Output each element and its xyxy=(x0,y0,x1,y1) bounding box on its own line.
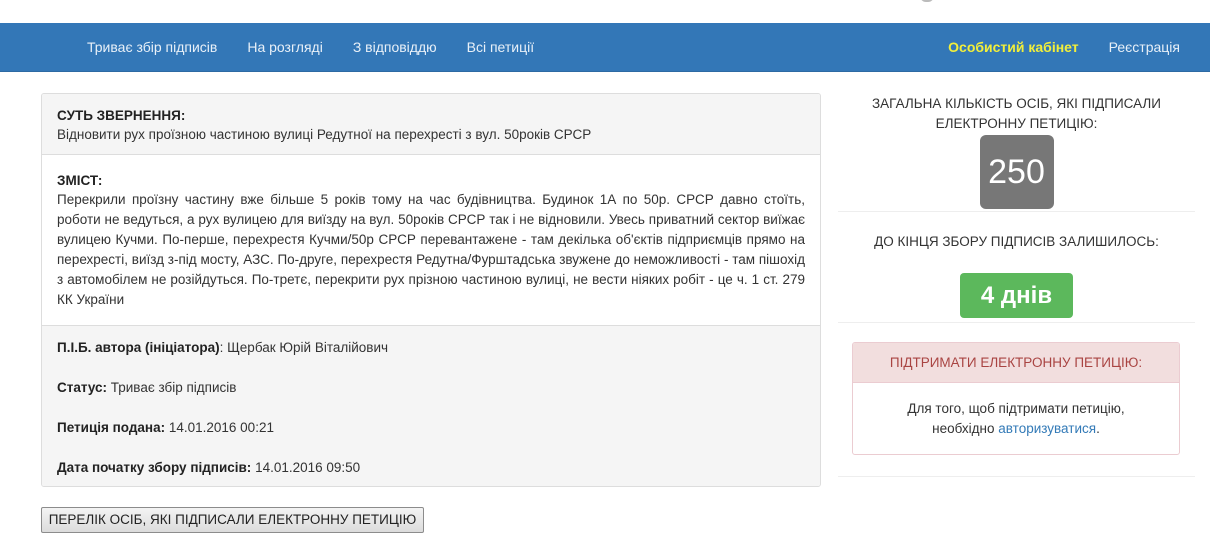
subject-label: СУТЬ ЗВЕРНЕННЯ: xyxy=(57,108,186,123)
status-row: Статус: Триває збір підписів xyxy=(57,378,805,398)
total-title-1: ЗАГАЛЬНА КІЛЬКІСТЬ ОСІБ, ЯКІ ПІДПИСАЛИ xyxy=(872,96,1161,111)
support-panel: ПІДТРИМАТИ ЕЛЕКТРОННУ ПЕТИЦІЮ: Для того,… xyxy=(852,342,1180,455)
total-block: ЗАГАЛЬНА КІЛЬКІСТЬ ОСІБ, ЯКІ ПІДПИСАЛИ Е… xyxy=(838,93,1195,212)
status-value: Триває збір підписів xyxy=(110,380,237,395)
submitted-label: Петиція подана: xyxy=(57,420,166,435)
author-row: П.І.Б. автора (ініціатора): Щербак Юрій … xyxy=(57,340,389,355)
author-label: П.І.Б. автора (ініціатора) xyxy=(57,340,220,355)
start-label: Дата початку збору підписів: xyxy=(57,460,252,475)
top-strip xyxy=(0,0,1210,23)
meta-section: П.І.Б. автора (ініціатора): Щербак Юрій … xyxy=(42,326,820,486)
content-section: ЗМІСТ: Перекрили проїзну частину вже біл… xyxy=(42,155,820,326)
nav-answered[interactable]: З відповіддю xyxy=(338,23,452,72)
nav-right: Особистий кабінет Реєстрація xyxy=(933,23,1195,72)
nav-cabinet[interactable]: Особистий кабінет xyxy=(933,23,1093,72)
signature-count-badge: 250 xyxy=(979,135,1054,209)
nav-register[interactable]: Реєстрація xyxy=(1094,23,1195,72)
content-text: Перекрили проїзну частину вже більше 5 р… xyxy=(57,192,805,307)
support-line-2: необхідно авторизуватися. xyxy=(853,419,1179,439)
author-value: Щербак Юрій Віталійович xyxy=(227,340,389,355)
support-body: Для того, щоб підтримати петицію, необхі… xyxy=(853,383,1179,439)
nav-collecting[interactable]: Триває збір підписів xyxy=(72,23,232,72)
days-wrap: 4 днів xyxy=(838,273,1195,318)
signers-list-button[interactable]: ПЕРЕЛІК ОСІБ, ЯКІ ПІДПИСАЛИ ЕЛЕКТРОННУ П… xyxy=(41,507,424,533)
remaining-block: ДО КІНЦЯ ЗБОРУ ПІДПИСІВ ЗАЛИШИЛОСЬ: 4 дн… xyxy=(838,212,1195,323)
start-value: 14.01.2016 09:50 xyxy=(255,460,361,475)
logo-fragment xyxy=(920,0,934,2)
subject-text: Відновити рух проїзною частиною вулиці Р… xyxy=(57,127,592,142)
support-dot: . xyxy=(1096,421,1100,436)
status-label: Статус: xyxy=(57,380,107,395)
nav-all-petitions[interactable]: Всі петиції xyxy=(452,23,550,72)
support-text-2: необхідно xyxy=(932,421,995,436)
petition-panel: СУТЬ ЗВЕРНЕННЯ: Відновити рух проїзною ч… xyxy=(41,93,821,487)
support-text-1: Для того, щоб підтримати петицію, xyxy=(907,401,1125,416)
nav-left: Триває збір підписів На розгляді З відпо… xyxy=(72,23,549,72)
sidebar: ЗАГАЛЬНА КІЛЬКІСТЬ ОСІБ, ЯКІ ПІДПИСАЛИ Е… xyxy=(838,93,1195,477)
submitted-row: Петиція подана: 14.01.2016 00:21 xyxy=(57,418,805,438)
subject-section: СУТЬ ЗВЕРНЕННЯ: Відновити рух проїзною ч… xyxy=(42,94,820,155)
sidebar-divider xyxy=(838,476,1195,477)
support-title: ПІДТРИМАТИ ЕЛЕКТРОННУ ПЕТИЦІЮ: xyxy=(853,343,1179,383)
total-title-2: ЕЛЕКТРОННУ ПЕТИЦІЮ: xyxy=(935,116,1098,131)
nav-under-review[interactable]: На розгляді xyxy=(232,23,337,72)
submitted-value: 14.01.2016 00:21 xyxy=(168,420,274,435)
remaining-title: ДО КІНЦЯ ЗБОРУ ПІДПИСІВ ЗАЛИШИЛОСЬ: xyxy=(874,234,1159,249)
days-badge: 4 днів xyxy=(960,273,1073,318)
start-row: Дата початку збору підписів: 14.01.2016 … xyxy=(57,458,805,478)
navbar: Триває збір підписів На розгляді З відпо… xyxy=(0,23,1210,72)
content-label: ЗМІСТ: xyxy=(57,173,103,188)
login-link[interactable]: авторизуватися xyxy=(998,421,1096,436)
